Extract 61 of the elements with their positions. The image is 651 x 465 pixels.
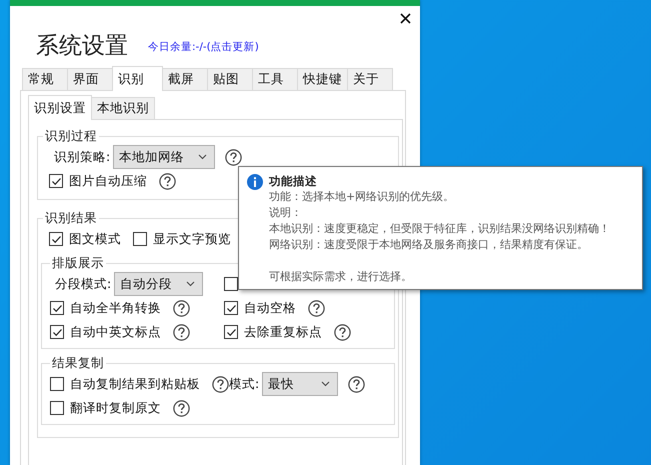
checkbox[interactable]: [224, 301, 238, 315]
window-title: 系统设置: [36, 32, 128, 60]
dropdown[interactable]: 最快: [262, 372, 338, 396]
field-label: 识别策略:: [54, 148, 110, 166]
dropdown[interactable]: 自动分段: [114, 272, 204, 296]
checkbox-label[interactable]: 图文模式: [69, 230, 121, 248]
checkbox-label[interactable]: 图片自动压缩: [69, 172, 147, 190]
checkbox[interactable]: [50, 325, 64, 339]
group-title: 排版展示: [51, 255, 105, 272]
caret-icon: [321, 381, 330, 387]
checkbox-label[interactable]: 去除重复标点: [244, 324, 322, 340]
tab[interactable]: 识别: [112, 66, 163, 91]
tab[interactable]: 本地识别: [91, 97, 155, 119]
checkbox-label[interactable]: 自动复制结果到粘贴板: [70, 376, 200, 392]
tab[interactable]: 截屏: [162, 68, 208, 90]
help-icon[interactable]: [173, 400, 190, 416]
dropdown[interactable]: 本地加网络: [113, 145, 216, 169]
checkbox[interactable]: [49, 174, 63, 188]
caret-icon: [198, 154, 208, 160]
quota-link[interactable]: 今日余量:-/-(点击更新): [148, 40, 259, 54]
field-label: 分段模式:: [55, 276, 112, 292]
group-title: 识别结果: [44, 210, 98, 227]
tab[interactable]: 贴图: [207, 68, 253, 90]
tab[interactable]: 识别设置: [28, 95, 92, 120]
checkbox[interactable]: [50, 377, 64, 391]
checkbox[interactable]: [50, 401, 64, 415]
tooltip-text: 可根据实际需求，进行选择。: [269, 269, 413, 285]
tooltip-text: 说明：: [269, 205, 303, 221]
group-title: 结果复制: [51, 355, 105, 372]
help-icon[interactable]: [308, 300, 325, 316]
info-icon: [247, 174, 263, 190]
tab[interactable]: 常规: [22, 68, 68, 90]
help-icon[interactable]: [334, 324, 351, 340]
tooltip-title: 功能描述: [269, 173, 318, 189]
checkbox-label[interactable]: 翻译时复制原文: [70, 400, 161, 416]
group-title: 识别过程: [44, 128, 98, 145]
help-icon[interactable]: [212, 376, 229, 392]
tab[interactable]: 快捷键: [297, 68, 348, 90]
tab[interactable]: 界面: [67, 68, 113, 90]
field-label: 模式:: [229, 376, 260, 392]
help-icon[interactable]: [159, 172, 176, 190]
checkbox[interactable]: [50, 301, 64, 315]
checkbox[interactable]: [133, 232, 147, 246]
tooltip-text: 功能：选择本地+网络识别的优先级。: [269, 189, 456, 205]
checkbox[interactable]: [49, 232, 63, 246]
tooltip-text: 本地识别：速度更稳定，但受限于特征库，识别结果没网络识别精确！: [269, 221, 610, 237]
checkbox[interactable]: [224, 277, 238, 291]
help-icon[interactable]: [225, 148, 242, 166]
close-icon[interactable]: [400, 13, 411, 24]
tab[interactable]: 工具: [252, 68, 298, 90]
checkbox-label[interactable]: 显示文字预览: [153, 230, 231, 248]
checkbox-label[interactable]: 自动中英文标点: [70, 324, 161, 340]
help-icon[interactable]: [348, 376, 366, 392]
tooltip-text: 网络识别：速度受限于本地网络及服务商接口，结果精度有保证。: [269, 237, 589, 253]
caret-icon: [186, 281, 196, 287]
checkbox-label[interactable]: 自动空格: [244, 300, 296, 316]
checkbox-label[interactable]: 自动全半角转换: [70, 300, 161, 316]
help-icon[interactable]: [173, 324, 190, 340]
checkbox[interactable]: [224, 325, 238, 339]
tab[interactable]: 关于: [347, 68, 393, 90]
help-icon[interactable]: [173, 300, 190, 316]
